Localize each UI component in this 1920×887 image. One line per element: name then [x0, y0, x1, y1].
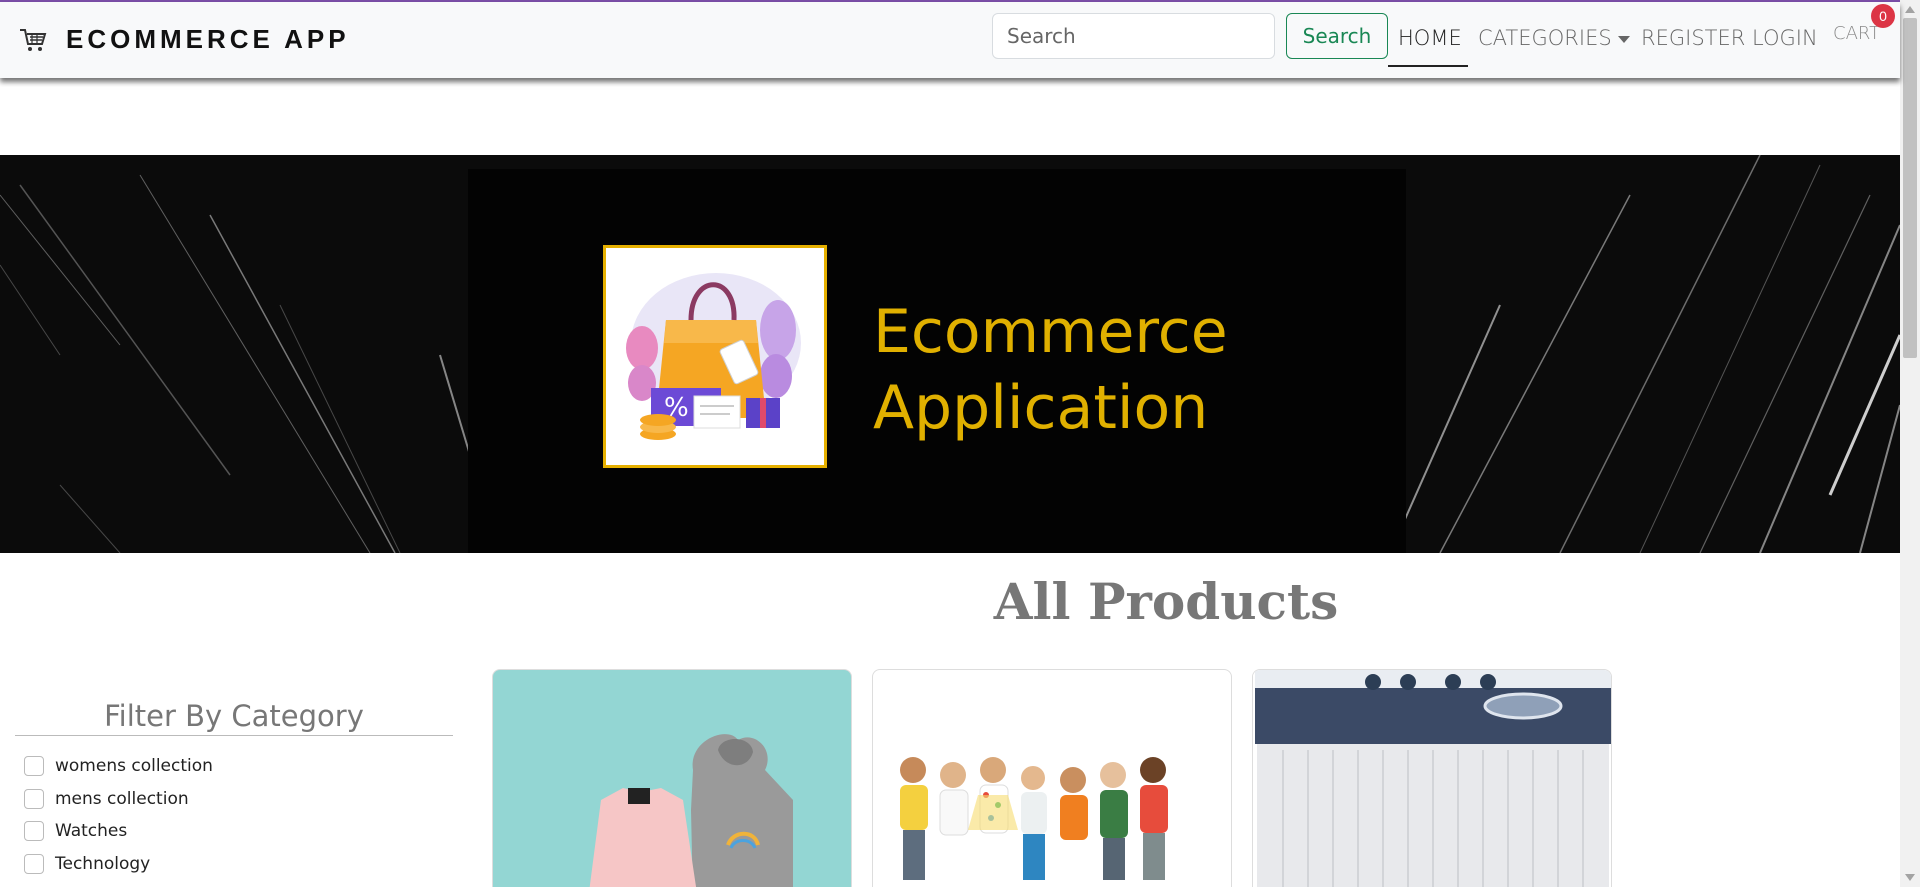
filter-label: Watches	[55, 821, 128, 841]
product-image-washing-machine	[1253, 670, 1611, 887]
navbar: ECOMMERCE APP Search HOME CATEGORIES REG…	[0, 2, 1900, 78]
all-products-heading: All Products	[993, 572, 1339, 631]
filter-divider	[15, 735, 453, 736]
nav-login-link[interactable]: LOGIN	[1752, 26, 1818, 50]
nav-categories-dropdown[interactable]: CATEGORIES	[1478, 26, 1630, 50]
vertical-scrollbar[interactable]	[1900, 0, 1920, 887]
banner-title-line1: Ecommerce	[873, 297, 1228, 367]
scroll-down-arrow-icon[interactable]	[1905, 874, 1915, 881]
filter-label: womens collection	[55, 756, 213, 776]
nav-home-link[interactable]: HOME	[1398, 26, 1462, 50]
product-image-kids-clothing	[900, 757, 1168, 880]
banner-logo-image: %	[603, 245, 827, 468]
nav-cart-link[interactable]: CART	[1833, 23, 1880, 44]
product-card[interactable]	[872, 669, 1232, 887]
nav-categories-label: CATEGORIES	[1478, 26, 1612, 50]
brand-name: ECOMMERCE APP	[66, 24, 350, 54]
checkbox[interactable]	[24, 756, 44, 776]
filter-label: mens collection	[55, 789, 189, 809]
cart-count-badge: 0	[1871, 4, 1895, 28]
banner-title: Ecommerce Application	[873, 294, 1228, 446]
shopping-bag-icon: %	[626, 273, 801, 440]
active-nav-indicator	[1388, 65, 1468, 67]
scroll-up-arrow-icon[interactable]	[1905, 6, 1915, 13]
checkbox[interactable]	[24, 854, 44, 874]
nav-register-link[interactable]: REGISTER	[1641, 26, 1745, 50]
checkbox[interactable]	[24, 789, 44, 809]
scroll-thumb[interactable]	[1903, 18, 1917, 358]
filter-item-watches[interactable]: Watches	[24, 821, 127, 841]
caret-down-icon	[1617, 35, 1630, 43]
product-image-hoodies	[589, 734, 793, 887]
brand[interactable]: ECOMMERCE APP	[18, 24, 350, 55]
filter-item-womens-collection[interactable]: womens collection	[24, 756, 213, 776]
product-card[interactable]	[1252, 669, 1612, 887]
product-card[interactable]	[492, 669, 852, 887]
banner-title-line2: Application	[873, 373, 1209, 443]
shopping-cart-icon	[20, 28, 47, 51]
filter-label: Technology	[55, 854, 151, 874]
filter-title: Filter By Category	[104, 699, 364, 733]
filter-item-technology[interactable]: Technology	[24, 854, 150, 874]
search-input[interactable]	[992, 13, 1275, 59]
checkbox[interactable]	[24, 821, 44, 841]
search-button[interactable]: Search	[1286, 13, 1388, 59]
filter-item-mens-collection[interactable]: mens collection	[24, 789, 189, 809]
